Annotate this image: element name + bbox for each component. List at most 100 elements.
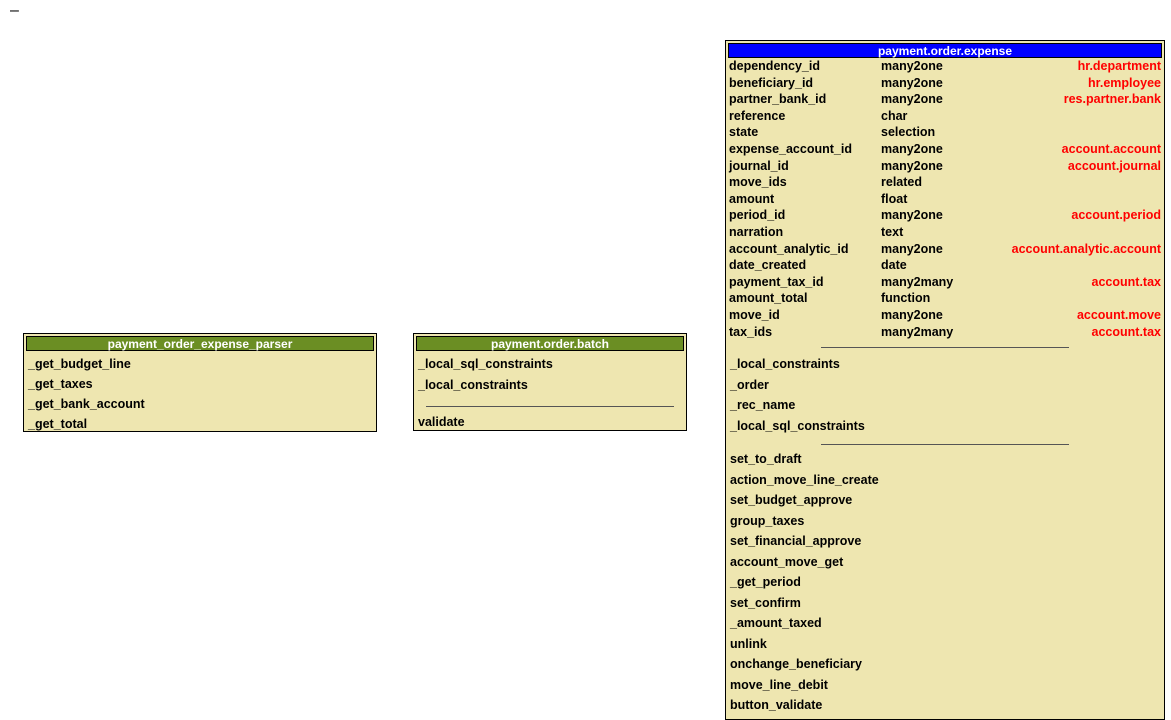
field-name: narration [729,224,784,239]
field-row: move_ids related [726,174,1164,191]
field-relation [991,290,1164,307]
field-row: amount_total function [726,290,1164,307]
field-name: move_ids [729,175,787,190]
field-row: journal_id many2one account.journal [726,158,1164,175]
field-name: beneficiary_id [729,75,814,90]
field-name: payment_tax_id [729,274,824,289]
method-list: _get_budget_line _get_taxes _get_bank_acco… [24,351,376,434]
field-row: payment_tax_id many2many account.tax [726,274,1164,291]
method-item: set_budget_approve [730,493,853,508]
class-box-order-batch: payment.order.batch _local_sql_constrain… [413,333,687,431]
field-type: many2many [881,324,954,339]
class-box-order-expense: payment.order.expense dependency_id many2… [725,40,1165,720]
section-divider [821,347,1069,349]
method-item: set_financial_approve [730,534,862,549]
field-type: many2one [881,208,943,223]
section-divider [426,406,674,407]
attribute-item: _rec_name [730,398,796,413]
field-type: many2one [881,141,943,156]
method-item: action_move_line_create [730,472,879,487]
class-title: payment.order.batch [416,336,684,351]
method-list: validate [414,413,686,431]
field-name: amount [729,191,775,206]
field-row: account_analytic_id many2one account.analy… [726,241,1164,258]
field-relation: account.period [1071,208,1161,223]
field-relation: res.partner.bank [1063,92,1161,107]
method-item: _amount_taxed [730,616,822,631]
field-row: tax_ids many2many account.tax [726,324,1164,341]
field-type: many2one [881,92,943,107]
field-name: period_id [729,208,786,223]
field-name: account_analytic_id [729,241,849,256]
field-name: date_created [729,258,807,273]
field-name: state [729,125,759,140]
section-divider [821,444,1069,446]
field-name: amount_total [729,291,808,306]
field-row: reference char [726,108,1164,125]
field-type: related [881,175,922,190]
method-item: move_line_debit [730,677,828,692]
field-type: many2many [881,274,954,289]
field-name: dependency_id [729,59,820,73]
method-item: unlink [730,636,767,651]
field-row: beneficiary_id many2one hr.employee [726,75,1164,92]
field-row: period_id many2one account.period [726,207,1164,224]
field-type: date [881,258,907,273]
field-name: journal_id [729,158,789,173]
method-item: account_move_get [730,554,844,569]
field-table: dependency_id many2one hr.department benefi… [726,58,1164,340]
field-type: many2one [881,158,943,173]
field-row: state selection [726,124,1164,141]
field-name: expense_account_id [729,141,852,156]
field-relation [991,174,1164,191]
method-item: set_to_draft [730,452,802,467]
field-relation: account.tax [1091,324,1161,339]
field-type: function [881,291,931,306]
method-item: _get_total [28,417,88,431]
field-relation [991,224,1164,241]
method-list: set_to_draft action_move_line_create set_b… [726,449,1164,716]
field-relation: account.analytic.account [1011,241,1161,256]
field-relation [991,257,1164,274]
method-item: validate [418,415,465,429]
field-relation: account.tax [1091,274,1161,289]
field-relation [991,108,1164,125]
field-row: expense_account_id many2one account.accoun… [726,141,1164,158]
method-item: group_taxes [730,513,805,528]
field-relation: hr.employee [1088,75,1161,90]
field-type: many2one [881,59,943,73]
field-name: tax_ids [729,324,773,339]
class-title: payment.order.expense [728,43,1162,58]
attribute-item: _local_constraints [418,378,528,392]
field-type: selection [881,125,936,140]
method-item: onchange_beneficiary [730,657,862,672]
class-title: payment_order_expense_parser [26,336,374,351]
class-box-expense-parser: payment_order_expense_parser _get_budget… [23,333,377,432]
field-relation: account.account [1061,141,1161,156]
field-relation [991,124,1164,141]
attribute-list: _local_constraints _order _rec_name _local_… [726,354,1164,436]
method-item: _get_taxes [28,377,93,391]
field-type: char [881,108,908,123]
method-item: button_validate [730,698,823,713]
field-type: many2one [881,75,943,90]
attribute-list: _local_sql_constraints _local_constraints [414,351,686,396]
field-row: narration text [726,224,1164,241]
field-name: partner_bank_id [729,92,827,107]
field-row: amount float [726,191,1164,208]
attribute-item: _order [730,377,769,392]
method-item: _get_period [730,575,801,590]
field-relation: account.journal [1067,158,1161,173]
attribute-item: _local_constraints [730,357,840,372]
field-type: text [881,224,904,239]
field-name: reference [729,108,786,123]
field-type: float [881,191,908,206]
field-type: many2one [881,307,943,322]
field-row: dependency_id many2one hr.department [726,58,1164,75]
field-row: partner_bank_id many2one res.partner.bank [726,91,1164,108]
field-row: move_id many2one account.move [726,307,1164,324]
corner-dash: – [10,2,19,19]
field-relation [991,191,1164,208]
field-name: move_id [729,307,780,322]
field-row: date_created date [726,257,1164,274]
